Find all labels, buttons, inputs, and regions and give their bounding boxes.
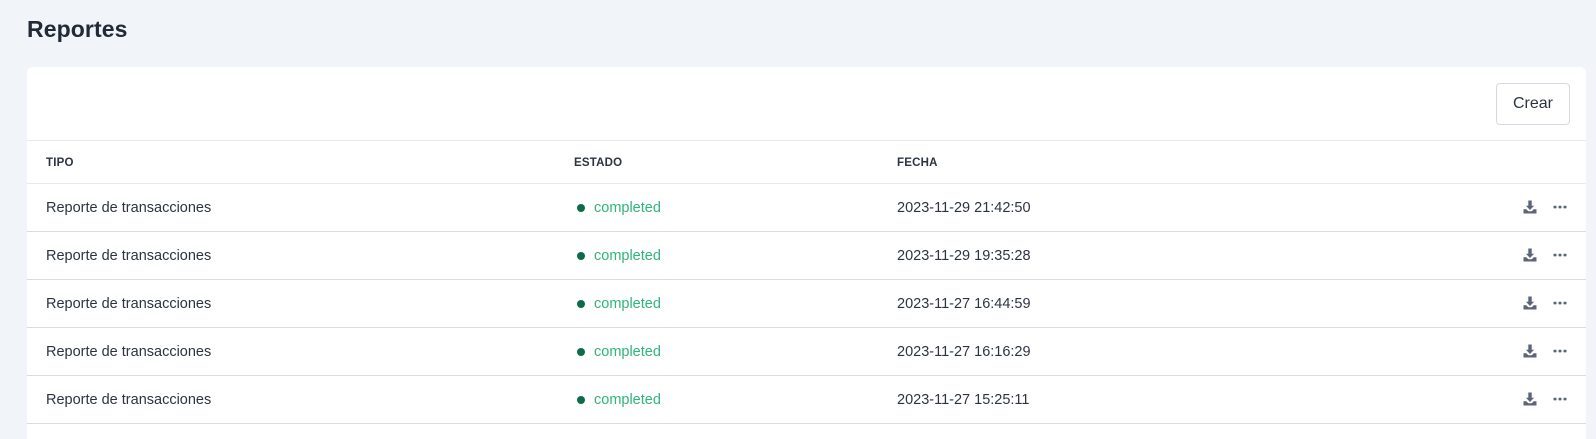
table-row: Reporte de transacciones completed 2023-… <box>27 280 1586 328</box>
status-dot <box>577 204 585 212</box>
reports-table: TIPO ESTADO FECHA Reporte de transaccion… <box>27 141 1586 424</box>
row-actions <box>1522 247 1568 263</box>
header-tipo: TIPO <box>46 157 74 169</box>
cell-estado: completed <box>574 296 661 312</box>
cell-fecha: 2023-11-29 21:42:50 <box>897 200 1031 216</box>
cell-fecha: 2023-11-27 15:25:11 <box>897 392 1030 408</box>
row-actions <box>1522 199 1568 215</box>
more-horizontal-icon[interactable] <box>1552 199 1568 215</box>
header-fecha: FECHA <box>897 157 938 169</box>
cell-tipo: Reporte de transacciones <box>46 344 212 360</box>
row-actions <box>1522 295 1568 311</box>
download-icon[interactable] <box>1522 295 1538 311</box>
download-icon[interactable] <box>1522 343 1538 359</box>
table-row: Reporte de transacciones completed 2023-… <box>27 232 1586 280</box>
cell-estado: completed <box>574 200 661 216</box>
status-text: completed <box>594 248 661 264</box>
cell-tipo: Reporte de transacciones <box>46 200 212 216</box>
table-body: Reporte de transacciones completed 2023-… <box>27 184 1586 424</box>
create-button[interactable]: Crear <box>1496 83 1570 125</box>
status-dot <box>577 300 585 308</box>
download-icon[interactable] <box>1522 247 1538 263</box>
more-horizontal-icon[interactable] <box>1552 343 1568 359</box>
download-icon[interactable] <box>1522 391 1538 407</box>
reports-card: Crear TIPO ESTADO FECHA Reporte de trans… <box>27 67 1586 439</box>
status-text: completed <box>594 200 661 216</box>
table-row: Reporte de transacciones completed 2023-… <box>27 184 1586 232</box>
more-horizontal-icon[interactable] <box>1552 247 1568 263</box>
more-horizontal-icon[interactable] <box>1552 391 1568 407</box>
cell-tipo: Reporte de transacciones <box>46 248 212 264</box>
status-dot <box>577 396 585 404</box>
cell-fecha: 2023-11-27 16:16:29 <box>897 344 1031 360</box>
card-toolbar: Crear <box>27 67 1586 141</box>
cell-fecha: 2023-11-29 19:35:28 <box>897 248 1031 264</box>
status-text: completed <box>594 344 661 360</box>
page-title: Reportes <box>27 16 128 42</box>
cell-estado: completed <box>574 392 661 408</box>
download-icon[interactable] <box>1522 199 1538 215</box>
status-dot <box>577 348 585 356</box>
table-header: TIPO ESTADO FECHA <box>27 141 1586 184</box>
cell-estado: completed <box>574 344 661 360</box>
row-actions <box>1522 391 1568 407</box>
cell-estado: completed <box>574 248 661 264</box>
row-actions <box>1522 343 1568 359</box>
status-text: completed <box>594 296 661 312</box>
table-row: Reporte de transacciones completed 2023-… <box>27 376 1586 424</box>
cell-tipo: Reporte de transacciones <box>46 296 212 312</box>
cell-fecha: 2023-11-27 16:44:59 <box>897 296 1031 312</box>
table-row: Reporte de transacciones completed 2023-… <box>27 328 1586 376</box>
cell-tipo: Reporte de transacciones <box>46 392 212 408</box>
status-text: completed <box>594 392 661 408</box>
status-dot <box>577 252 585 260</box>
header-estado: ESTADO <box>574 157 623 169</box>
more-horizontal-icon[interactable] <box>1552 295 1568 311</box>
